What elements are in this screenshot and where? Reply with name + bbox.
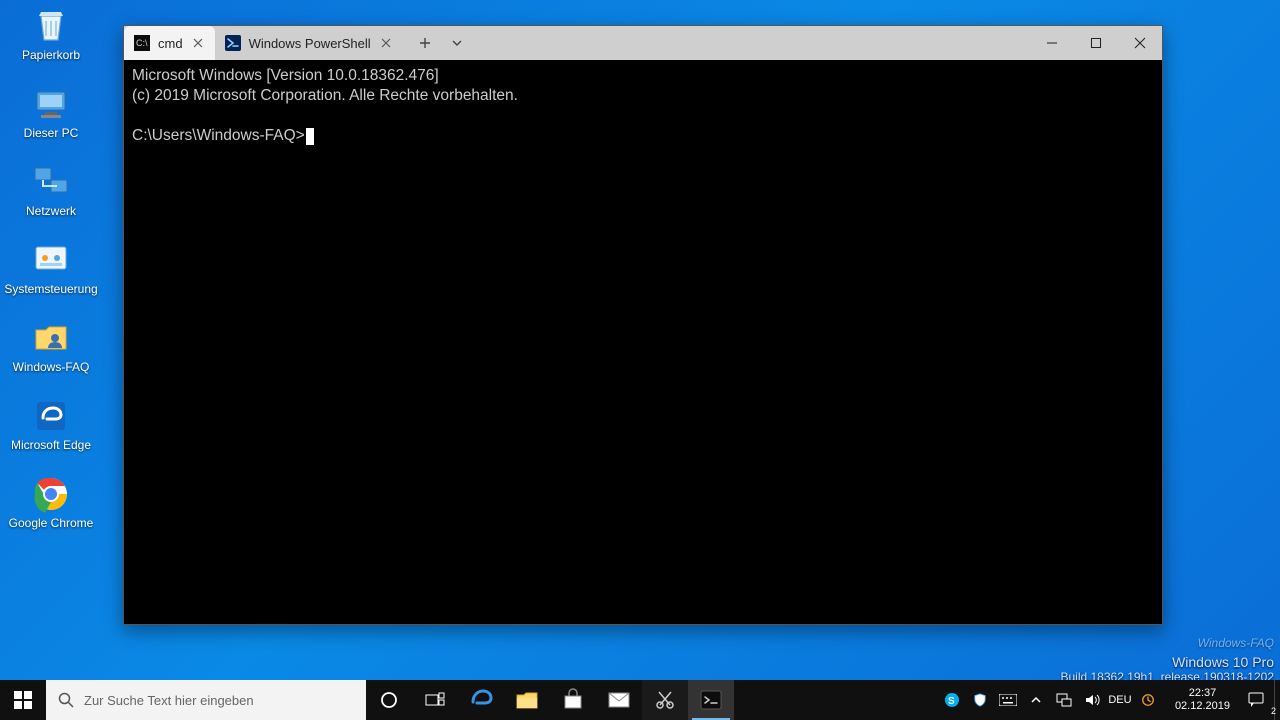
tray-chevron-up-icon[interactable]	[1027, 691, 1045, 709]
taskbar-app-terminal[interactable]	[688, 680, 734, 720]
tab-label: cmd	[158, 36, 183, 51]
tray-keyboard-icon[interactable]	[999, 691, 1017, 709]
taskbar-app-mail[interactable]	[596, 680, 642, 720]
svg-text:S: S	[948, 696, 955, 707]
file-explorer-icon	[515, 688, 539, 712]
svg-text:C:\: C:\	[136, 38, 148, 48]
terminal-prompt: C:\Users\Windows-FAQ>	[132, 127, 305, 144]
window-titlebar[interactable]: C:\ cmd Windows PowerShell	[124, 26, 1162, 60]
tray-volume-icon[interactable]	[1083, 691, 1101, 709]
search-placeholder: Zur Suche Text hier eingeben	[84, 693, 254, 708]
maximize-button[interactable]	[1074, 26, 1118, 60]
folder-user-icon	[31, 318, 71, 358]
control-panel-icon	[31, 240, 71, 280]
chrome-icon	[31, 474, 71, 514]
desktop-icon-google-chrome[interactable]: Google Chrome	[6, 474, 96, 530]
tab-strip: C:\ cmd Windows PowerShell	[124, 26, 1030, 60]
tab-dropdown-button[interactable]	[443, 29, 471, 57]
terminal-cursor	[306, 128, 314, 145]
this-pc-icon	[31, 84, 71, 124]
tab-cmd[interactable]: C:\ cmd	[124, 26, 215, 60]
snipping-tool-icon	[653, 688, 677, 712]
cortana-icon	[380, 691, 398, 709]
desktop-icon-papierkorb[interactable]: Papierkorb	[6, 6, 96, 62]
taskbar-clock[interactable]: 22:37 02.12.2019	[1167, 680, 1238, 720]
windows-logo-icon	[14, 691, 32, 709]
tray-network-icon[interactable]	[1055, 691, 1073, 709]
tray-skype-icon[interactable]: S	[943, 691, 961, 709]
task-view-button[interactable]	[412, 680, 458, 720]
tab-actions	[403, 26, 479, 60]
desktop-icon-label: Systemsteuerung	[4, 282, 97, 296]
clock-date: 02.12.2019	[1175, 700, 1230, 713]
desktop-icon-windows-faq[interactable]: Windows-FAQ	[6, 318, 96, 374]
desktop-watermark: Windows-FAQ Windows 10 Pro Build 18362.1…	[1060, 636, 1274, 684]
desktop-icon-label: Netzwerk	[26, 204, 76, 218]
edge-icon	[31, 396, 71, 436]
system-tray: S DEU	[933, 680, 1167, 720]
cortana-button[interactable]	[366, 680, 412, 720]
desktop-icon-label: Microsoft Edge	[11, 438, 91, 452]
window-controls	[1030, 26, 1162, 60]
terminal-icon	[699, 688, 723, 712]
desktop-icon-label: Papierkorb	[22, 48, 80, 62]
desktop-icons: Papierkorb Dieser PC Netzwerk Systemsteu…	[6, 6, 96, 530]
tray-defender-icon[interactable]	[971, 691, 989, 709]
desktop-icon-systemsteuerung[interactable]: Systemsteuerung	[6, 240, 96, 296]
tray-update-icon[interactable]	[1139, 691, 1157, 709]
terminal-line: (c) 2019 Microsoft Corporation. Alle Rec…	[132, 87, 518, 104]
taskbar-app-store[interactable]	[550, 680, 596, 720]
network-icon	[31, 162, 71, 202]
start-button[interactable]	[0, 680, 46, 720]
desktop-icon-microsoft-edge[interactable]: Microsoft Edge	[6, 396, 96, 452]
recycle-bin-icon	[31, 6, 71, 46]
taskbar-spacer	[734, 680, 933, 720]
store-icon	[561, 688, 585, 712]
powershell-icon	[225, 35, 241, 51]
desktop-icon-label: Google Chrome	[9, 516, 94, 530]
tab-powershell[interactable]: Windows PowerShell	[215, 26, 403, 60]
terminal-window: C:\ cmd Windows PowerShell	[123, 25, 1163, 625]
watermark-edition: Windows 10 Pro	[1060, 654, 1274, 670]
tray-language-icon[interactable]: DEU	[1111, 691, 1129, 709]
taskbar-app-explorer[interactable]	[504, 680, 550, 720]
notification-icon	[1247, 691, 1265, 709]
terminal-line: Microsoft Windows [Version 10.0.18362.47…	[132, 67, 439, 84]
desktop-icon-label: Windows-FAQ	[13, 360, 90, 374]
desktop-icon-netzwerk[interactable]: Netzwerk	[6, 162, 96, 218]
desktop-icon-label: Dieser PC	[24, 126, 79, 140]
minimize-button[interactable]	[1030, 26, 1074, 60]
taskbar: Zur Suche Text hier eingeben S DEU 22:37…	[0, 680, 1280, 720]
taskbar-app-edge[interactable]	[458, 680, 504, 720]
desktop-icon-dieser-pc[interactable]: Dieser PC	[6, 84, 96, 140]
terminal-output[interactable]: Microsoft Windows [Version 10.0.18362.47…	[124, 60, 1162, 153]
clock-time: 22:37	[1189, 687, 1217, 700]
tab-close-button[interactable]	[379, 36, 393, 50]
taskbar-app-snip[interactable]	[642, 680, 688, 720]
watermark-faq: Windows-FAQ	[1060, 636, 1274, 650]
notification-count: 2	[1271, 706, 1276, 716]
task-view-icon	[425, 692, 445, 708]
edge-icon	[469, 688, 493, 712]
mail-icon	[607, 688, 631, 712]
new-tab-button[interactable]	[411, 29, 439, 57]
action-center-button[interactable]: 2	[1238, 680, 1274, 720]
tab-close-button[interactable]	[191, 36, 205, 50]
close-button[interactable]	[1118, 26, 1162, 60]
search-icon	[58, 692, 74, 708]
tab-label: Windows PowerShell	[249, 36, 371, 51]
taskbar-search[interactable]: Zur Suche Text hier eingeben	[46, 680, 366, 720]
cmd-icon: C:\	[134, 35, 150, 51]
